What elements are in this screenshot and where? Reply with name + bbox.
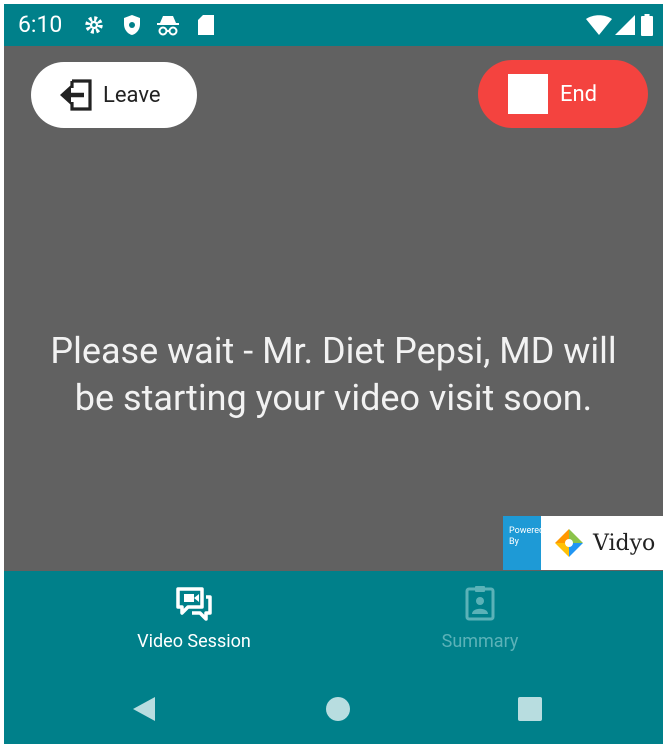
waiting-message-line1: Please wait - Mr. Diet Pepsi, MD will <box>50 330 617 372</box>
tab-label-summary: Summary <box>441 631 519 652</box>
sd-card-icon <box>197 13 215 37</box>
leave-label: Leave <box>103 82 161 108</box>
end-button[interactable]: End <box>478 60 648 128</box>
exit-icon <box>57 74 99 116</box>
wifi-icon <box>586 13 612 37</box>
signal-icon <box>615 13 635 37</box>
vidyo-brand-name: Vidyo <box>593 530 656 556</box>
video-chat-icon <box>174 585 214 625</box>
tab-video-session[interactable]: Video Session <box>94 585 294 652</box>
clipboard-person-icon <box>465 585 495 625</box>
stop-icon <box>508 74 548 114</box>
app-frame: 6:10 Leave End Please wait - Mr. Diet Pe… <box>4 0 663 744</box>
powered-by-label: Powered By <box>503 516 545 570</box>
end-label: End <box>560 81 598 107</box>
bottom-tab-bar: Video Session Summary <box>4 571 663 744</box>
back-icon[interactable] <box>128 693 160 725</box>
video-area: Leave End Please wait - Mr. Diet Pepsi, … <box>4 46 663 571</box>
tab-summary[interactable]: Summary <box>380 585 580 652</box>
vidyo-logo-icon <box>553 527 585 559</box>
waiting-message: Please wait - Mr. Diet Pepsi, MD will be… <box>4 328 663 422</box>
powered-by-line1: Powered <box>509 526 545 536</box>
recents-icon[interactable] <box>514 693 546 725</box>
android-nav-bar <box>4 673 663 744</box>
status-bar: 6:10 <box>4 4 663 46</box>
tab-label-video-session: Video Session <box>137 631 251 652</box>
gear-icon <box>82 13 106 37</box>
status-time: 6:10 <box>18 11 63 38</box>
shield-icon <box>121 13 143 37</box>
home-icon[interactable] <box>322 693 354 725</box>
incognito-icon <box>156 13 180 37</box>
waiting-message-line2: be starting your video visit soon. <box>74 377 593 419</box>
powered-by-line2: By <box>509 537 519 547</box>
leave-button[interactable]: Leave <box>31 62 197 128</box>
battery-icon <box>640 13 654 37</box>
powered-by-badge: Powered By Vidyo <box>503 516 663 570</box>
